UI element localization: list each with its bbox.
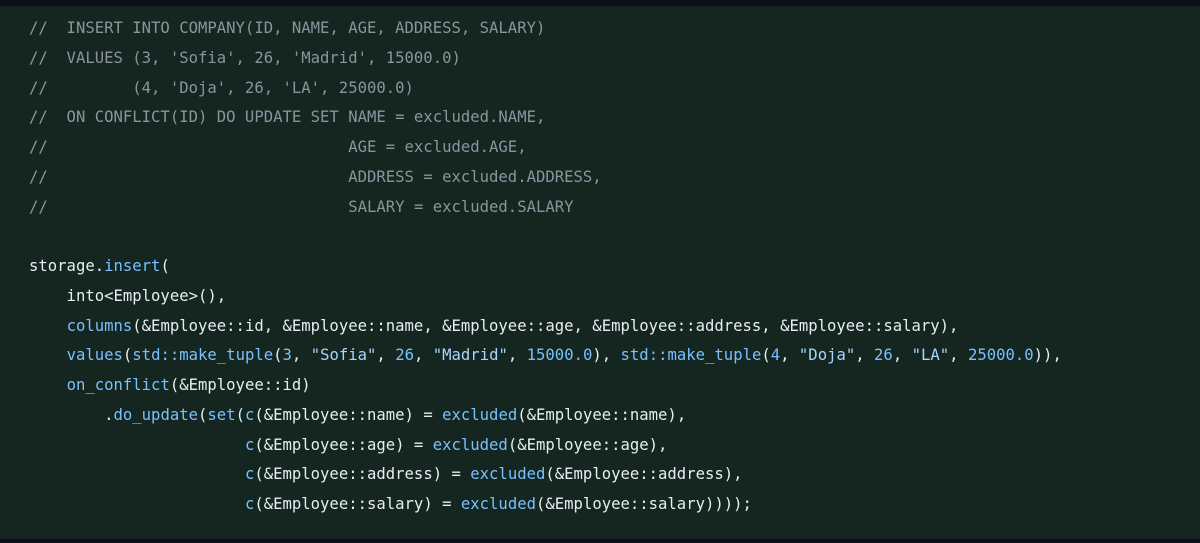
code-text: ,: [376, 346, 396, 365]
code-line: .do_update(set(c(&Employee::name) = excl…: [29, 401, 1200, 431]
code-function: set: [207, 405, 236, 424]
code-function: excluded: [470, 465, 546, 484]
code-text: (&Employee::id): [169, 376, 311, 394]
code-comment: // VALUES (3, 'Sofia', 26, 'Madrid', 150…: [29, 48, 461, 67]
bottom-divider: [0, 539, 1200, 543]
code-comment: // ON CONFLICT(ID) DO UPDATE SET NAME = …: [29, 108, 546, 127]
code-number: 15000.0: [526, 346, 593, 365]
code-comment: // SALARY = excluded.SALARY: [29, 197, 574, 216]
code-function: c: [244, 465, 255, 484]
code-function: c: [244, 435, 255, 454]
code-line: // ADDRESS = excluded.ADDRESS,: [29, 163, 1200, 193]
code-text: (: [273, 346, 283, 365]
code-text: (&Employee::salary))));: [535, 495, 752, 513]
code-comment: // (4, 'Doja', 26, 'LA', 25000.0): [29, 78, 414, 97]
code-text: (: [761, 346, 771, 365]
code-text: (: [160, 257, 170, 275]
code-line: // (4, 'Doja', 26, 'LA', 25000.0): [29, 74, 1200, 104]
code-line: on_conflict(&Employee::id): [29, 371, 1200, 401]
code-text: (&Employee::age) =: [254, 435, 433, 454]
code-text: (&Employee::id, &Employee::name, &Employ…: [132, 316, 959, 335]
code-line: c(&Employee::address) = excluded(&Employ…: [29, 460, 1200, 490]
code-number: 25000.0: [967, 346, 1034, 365]
code-text: ,: [949, 346, 968, 365]
code-number: 26: [395, 346, 414, 365]
code-line: // ON CONFLICT(ID) DO UPDATE SET NAME = …: [29, 103, 1200, 133]
code-function: do_update: [113, 405, 199, 424]
code-text: ,: [892, 346, 912, 365]
code-text: (&Employee::salary) =: [254, 495, 461, 513]
code-text: ,: [780, 346, 799, 365]
code-comment: // ADDRESS = excluded.ADDRESS,: [29, 167, 602, 186]
code-line: // VALUES (3, 'Sofia', 26, 'Madrid', 150…: [29, 44, 1200, 74]
code-line: // INSERT INTO COMPANY(ID, NAME, AGE, AD…: [29, 14, 1200, 44]
code-line: c(&Employee::age) = excluded(&Employee::…: [29, 431, 1200, 461]
code-function: insert: [104, 257, 161, 275]
code-text: ,: [413, 346, 433, 365]
code-string: "LA": [911, 346, 950, 365]
code-text: (: [235, 405, 245, 424]
code-number: 26: [874, 346, 893, 365]
code-function: std::make_tuple: [132, 346, 274, 365]
code-comment: // INSERT INTO COMPANY(ID, NAME, AGE, AD…: [29, 19, 546, 37]
code-number: 4: [770, 346, 781, 365]
code-line: values(std::make_tuple(3, "Sofia", 26, "…: [29, 341, 1200, 371]
code-function: c: [244, 495, 255, 513]
code-number: 3: [282, 346, 292, 365]
code-text: (&Employee::age),: [507, 435, 668, 454]
code-function: c: [244, 405, 255, 424]
screenshot-frame: // INSERT INTO COMPANY(ID, NAME, AGE, AD…: [0, 0, 1200, 543]
code-line: into<Employee>(),: [29, 282, 1200, 312]
code-line: ​: [29, 222, 1200, 252]
code-line: columns(&Employee::id, &Employee::name, …: [29, 312, 1200, 342]
code-function: on_conflict: [66, 376, 170, 394]
code-line: c(&Employee::salary) = excluded(&Employe…: [29, 490, 1200, 520]
code-text: )),: [1033, 346, 1062, 365]
code-line: storage.insert(: [29, 252, 1200, 282]
code-text: storage.: [29, 257, 105, 275]
code-text: ,: [291, 346, 311, 365]
code-line: // AGE = excluded.AGE,: [29, 133, 1200, 163]
code-function: excluded: [432, 435, 508, 454]
code-text: (&Employee::address) =: [254, 465, 471, 484]
code-text: (&Employee::name) =: [254, 405, 443, 424]
code-comment: // AGE = excluded.AGE,: [29, 138, 527, 156]
code-text: (&Employee::address),: [545, 465, 743, 484]
code-string: "Sofia": [310, 346, 377, 365]
code-string: "Madrid": [432, 346, 508, 365]
code-function: std::make_tuple: [620, 346, 762, 365]
code-string: "Doja": [798, 346, 856, 365]
code-function: excluded: [460, 495, 536, 513]
code-text: (&Employee::name),: [517, 405, 687, 424]
code-text: ),: [592, 346, 621, 365]
code-text: (: [122, 346, 133, 365]
code-text: into<Employee>(),: [29, 286, 227, 305]
code-line: // SALARY = excluded.SALARY: [29, 193, 1200, 223]
code-function: values: [66, 346, 123, 365]
code-text: ,: [507, 346, 527, 365]
code-text: .: [29, 405, 114, 424]
code-text: (: [198, 405, 208, 424]
code-text: ,: [855, 346, 875, 365]
code-function: columns: [66, 316, 133, 335]
code-block: // INSERT INTO COMPANY(ID, NAME, AGE, AD…: [0, 6, 1200, 539]
code-function: excluded: [442, 405, 518, 424]
